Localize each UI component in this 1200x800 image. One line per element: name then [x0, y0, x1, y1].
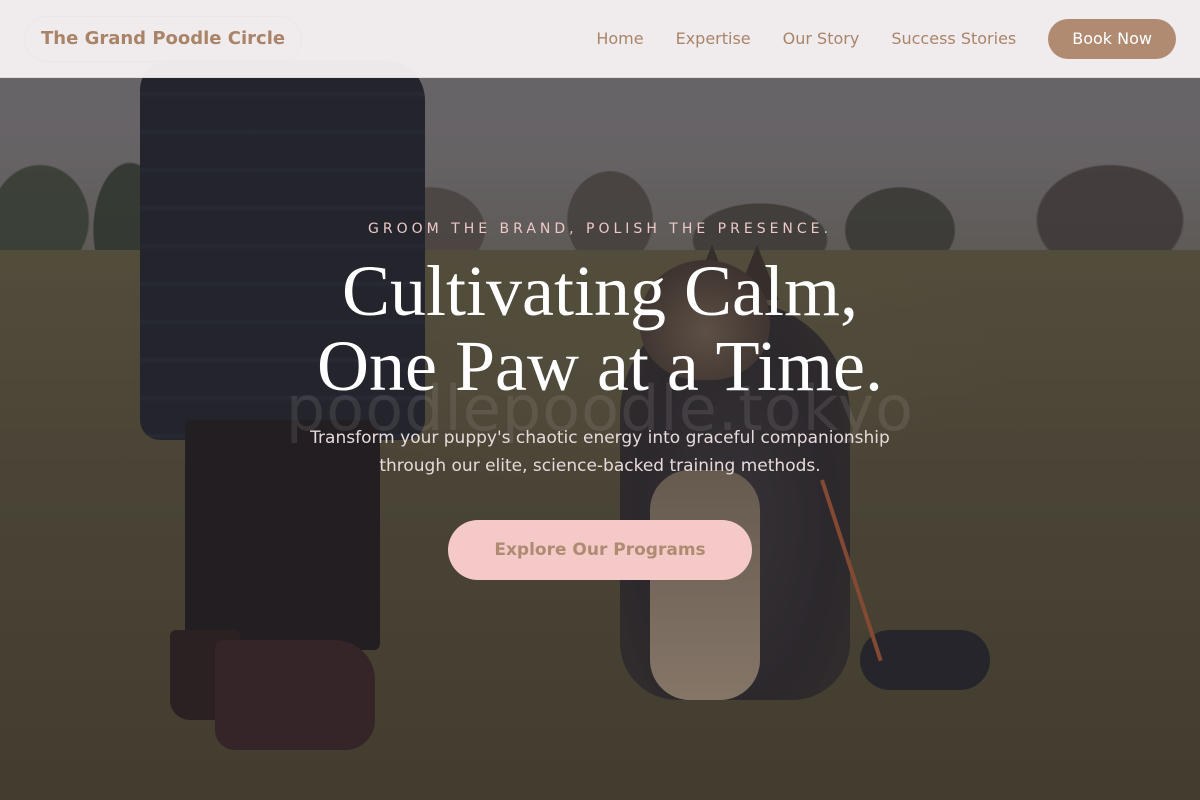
- hero-subtitle-line1: Transform your puppy's chaotic energy in…: [310, 428, 890, 448]
- hero-section: GROOM THE BRAND, POLISH THE PRESENCE. Cu…: [0, 0, 1200, 800]
- book-now-button[interactable]: Book Now: [1048, 18, 1176, 59]
- hero-subtitle-line2: through our elite, science-backed traini…: [379, 456, 821, 476]
- top-navbar: The Grand Poodle Circle Home Expertise O…: [0, 0, 1200, 78]
- nav-link-success-stories[interactable]: Success Stories: [891, 29, 1016, 48]
- hero-subtitle: Transform your puppy's chaotic energy in…: [290, 424, 910, 480]
- hero-headline-line1: Cultivating Calm,: [342, 251, 858, 331]
- explore-programs-button[interactable]: Explore Our Programs: [448, 520, 752, 580]
- nav-link-home[interactable]: Home: [596, 29, 643, 48]
- hero-eyebrow: GROOM THE BRAND, POLISH THE PRESENCE.: [368, 221, 832, 237]
- nav-link-our-story[interactable]: Our Story: [783, 29, 860, 48]
- brand-logo[interactable]: The Grand Poodle Circle: [24, 15, 303, 62]
- nav-links: Home Expertise Our Story Success Stories…: [596, 18, 1176, 59]
- nav-link-expertise[interactable]: Expertise: [676, 29, 751, 48]
